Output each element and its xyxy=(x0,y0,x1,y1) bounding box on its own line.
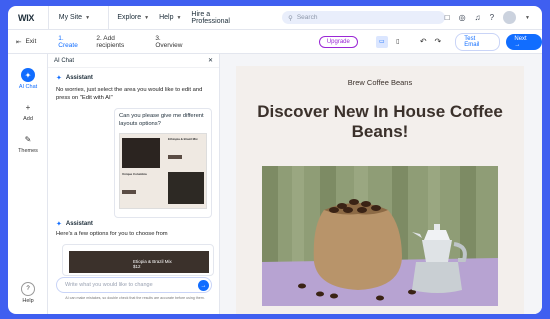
mobile-icon[interactable]: ▯ xyxy=(392,36,404,48)
redo-icon[interactable]: ↷ xyxy=(435,37,442,46)
search-icon: ⚲ xyxy=(288,14,293,22)
help-icon[interactable]: ? xyxy=(490,13,494,22)
email-preview-area: Brew Coffee Beans Discover New In House … xyxy=(220,54,542,314)
device-toggle: ▭ ▯ xyxy=(375,35,404,48)
chevron-down-icon[interactable]: ▼ xyxy=(525,15,530,21)
rail-add-label: Add xyxy=(23,116,33,122)
assistant-message: No worries, just select the area you wou… xyxy=(56,87,203,101)
step-add-recipients[interactable]: 2. Add recipients xyxy=(96,35,143,49)
assistant-name: Assistant xyxy=(65,75,93,81)
email-headline[interactable]: Discover New In House Coffee Beans! xyxy=(236,102,524,142)
layout-option-card[interactable]: Etiopia & Brazil Mix $12 xyxy=(62,244,214,276)
arrow-right-icon: → xyxy=(514,41,521,48)
option-preview: Etiopia & Brazil Mix $12 xyxy=(69,251,209,273)
chat-header: AI Chat ✕ xyxy=(48,54,219,68)
help-icon: ? xyxy=(21,282,35,296)
user-message-text: Can you please give me different layouts… xyxy=(119,113,204,127)
chevron-down-icon: ▼ xyxy=(144,14,150,21)
search-input[interactable]: ⚲ Search xyxy=(282,11,445,24)
notifications-icon[interactable]: ◎ xyxy=(459,13,466,22)
step-overview[interactable]: 3. Overview xyxy=(155,35,189,49)
close-icon[interactable]: ✕ xyxy=(208,57,213,64)
thumb-button xyxy=(122,190,136,194)
next-button[interactable]: Next → xyxy=(506,33,542,50)
wix-logo[interactable]: WIX xyxy=(18,13,48,23)
chat-input-placeholder: Write what you would like to change xyxy=(65,282,153,288)
test-email-button[interactable]: Test Email xyxy=(455,32,501,51)
assistant-label: ✦ Assistant xyxy=(56,220,93,228)
thumb-text-lines xyxy=(168,141,206,155)
option-price: $12 xyxy=(133,264,141,269)
assistant-label: ✦ Assistant xyxy=(56,74,219,82)
rail-ai-chat[interactable]: ✦ AI Chat xyxy=(8,68,48,90)
user-message: Can you please give me different layouts… xyxy=(114,108,212,218)
option-title: Etiopia & Brazil Mix $12 xyxy=(133,259,172,269)
hire-professional-link[interactable]: Hire a Professional xyxy=(183,11,258,25)
desktop-icon[interactable]: ▭ xyxy=(375,35,388,48)
chat-input[interactable]: Write what you would like to change → xyxy=(56,277,212,293)
plus-icon: + xyxy=(25,102,31,112)
exit-icon: ⇤ xyxy=(16,38,22,46)
rail-help[interactable]: ? Help xyxy=(8,282,48,304)
rail-help-label: Help xyxy=(22,298,34,304)
search-placeholder: Search xyxy=(296,14,318,21)
thumb-subtitle: Unique Columbia xyxy=(122,172,162,194)
rail-themes-label: Themes xyxy=(18,148,38,154)
email-canvas[interactable]: Brew Coffee Beans Discover New In House … xyxy=(236,66,524,314)
rail-add[interactable]: + Add xyxy=(8,100,48,123)
thumb-button xyxy=(168,155,182,159)
ai-disclaimer: AI can make mistakes, so double check th… xyxy=(65,296,205,300)
thumb-text-lines xyxy=(122,176,162,190)
exit-button[interactable]: ⇤ Exit xyxy=(16,38,36,46)
avatar[interactable] xyxy=(503,11,517,24)
exit-label: Exit xyxy=(25,38,37,45)
chevron-down-icon: ▼ xyxy=(176,14,182,21)
rail-themes[interactable]: ✎ Themes xyxy=(8,132,48,155)
step-indicator: 1. Create 2. Add recipients 3. Overview xyxy=(58,35,189,49)
sparkle-icon: ✦ xyxy=(56,221,62,228)
explore-menu[interactable]: Explore ▼ xyxy=(109,14,157,21)
step-create[interactable]: 1. Create xyxy=(58,35,84,49)
chat-icon[interactable]: □ xyxy=(445,13,450,22)
help-menu[interactable]: Help ▼ xyxy=(157,14,183,21)
brush-icon: ✎ xyxy=(24,134,32,144)
assistant-message: Here's a few options for you to choose f… xyxy=(56,231,168,237)
brand-name[interactable]: Brew Coffee Beans xyxy=(236,78,524,87)
coffee-image xyxy=(168,172,204,204)
top-icons: □ ◎ ♫ ? ▼ xyxy=(445,11,530,24)
assistant-name: Assistant xyxy=(65,221,93,227)
layout-thumbnail[interactable]: Ethiopia & Brazil Mix Unique Columbia xyxy=(119,133,207,209)
chevron-down-icon: ▼ xyxy=(85,14,91,21)
thumb-title-text: Ethiopia & Brazil Mix xyxy=(168,137,198,141)
send-icon[interactable]: → xyxy=(198,280,209,291)
toolbar: ⇤ Exit 1. Create 2. Add recipients 3. Ov… xyxy=(8,30,542,54)
sparkle-icon: ✦ xyxy=(56,75,62,82)
my-site-label: My Site xyxy=(58,14,83,21)
bell-icon[interactable]: ♫ xyxy=(475,13,481,22)
editor-window: WIX My Site ▼ Explore ▼ Help ▼ Hire a Pr… xyxy=(8,6,542,314)
thumb-title: Ethiopia & Brazil Mix xyxy=(168,137,206,159)
explore-label: Explore xyxy=(117,14,142,21)
ai-chat-icon: ✦ xyxy=(21,68,35,82)
upgrade-button[interactable]: Upgrade xyxy=(318,35,358,48)
coffee-product-image[interactable] xyxy=(262,166,498,306)
left-rail: ✦ AI Chat + Add ✎ Themes ? Help xyxy=(8,54,48,314)
ai-chat-panel: AI Chat ✕ ✦ Assistant No worries, just s… xyxy=(48,54,220,314)
undo-redo: ↶ ↷ xyxy=(420,37,441,46)
my-site-menu[interactable]: My Site ▼ xyxy=(49,14,109,21)
top-bar: WIX My Site ▼ Explore ▼ Help ▼ Hire a Pr… xyxy=(8,6,542,30)
undo-icon[interactable]: ↶ xyxy=(420,37,427,46)
rail-ai-chat-label: AI Chat xyxy=(18,84,38,90)
coffee-bag-image xyxy=(122,138,160,168)
coffee-photo-illustration xyxy=(262,166,498,306)
chat-title: AI Chat xyxy=(54,57,75,64)
thumb-sub-text: Unique Columbia xyxy=(122,172,147,176)
help-label: Help xyxy=(159,14,174,21)
